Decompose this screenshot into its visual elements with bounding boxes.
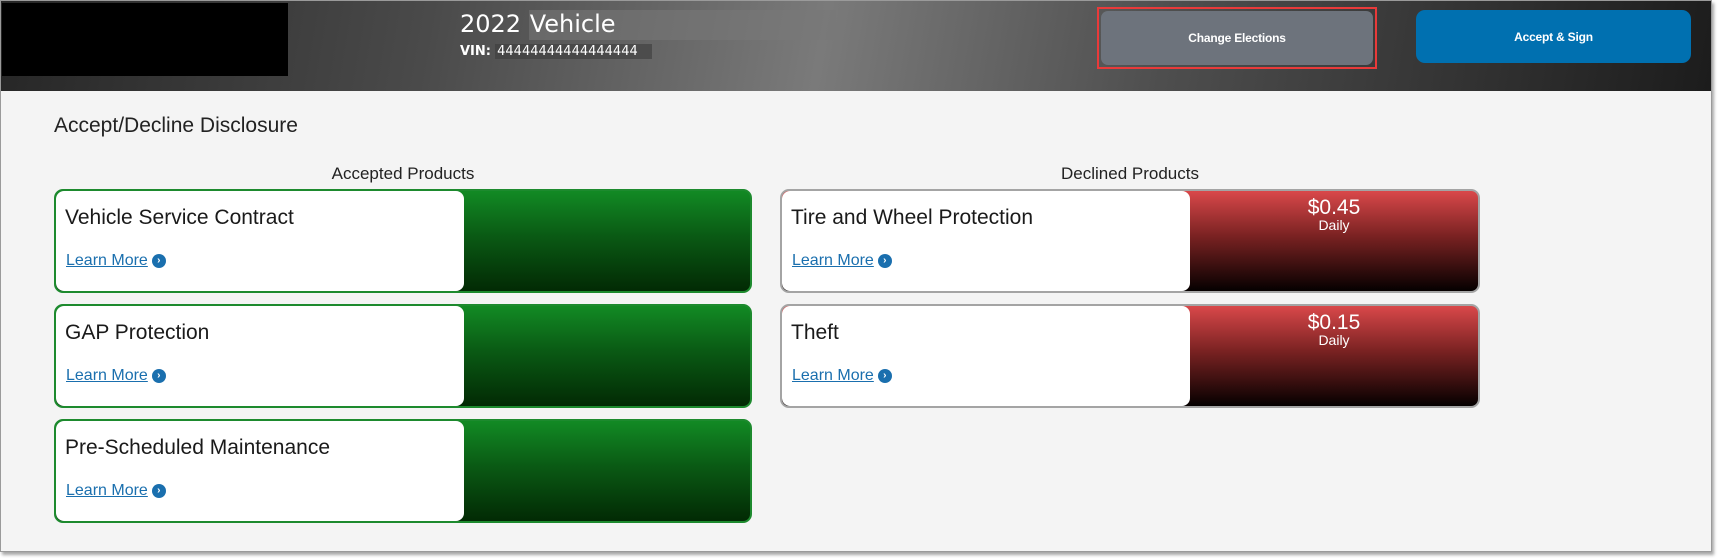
app-window: 2022 Vehicle VIN: 44444444444444444 Chan… bbox=[0, 0, 1712, 552]
price-amount: $0.45 bbox=[1307, 196, 1361, 219]
declined-product-card: Theft Learn More › $0.15 Daily bbox=[780, 304, 1480, 408]
redacted-logo bbox=[2, 3, 288, 76]
learn-more-label: Learn More bbox=[792, 367, 874, 384]
learn-more-label: Learn More bbox=[66, 252, 148, 269]
product-name: Vehicle Service Contract bbox=[65, 206, 294, 229]
chevron-right-circle-icon: › bbox=[151, 369, 166, 383]
vehicle-year: 2022 bbox=[460, 10, 522, 38]
vehicle-title: 2022 Vehicle bbox=[460, 9, 836, 40]
price-period: Daily bbox=[1318, 332, 1350, 348]
vin-line: VIN: 44444444444444444 bbox=[460, 44, 652, 60]
learn-more-link[interactable]: Learn More › bbox=[66, 367, 166, 385]
chevron-right-circle-icon: › bbox=[877, 369, 892, 383]
vin-label: VIN: bbox=[460, 44, 491, 59]
chevron-right-circle-icon: › bbox=[151, 484, 166, 498]
product-info-panel: GAP Protection Learn More › bbox=[56, 306, 464, 406]
vin-value: 44444444444444444 bbox=[495, 44, 652, 59]
price-period: Daily bbox=[1318, 217, 1350, 233]
accepted-product-card: Vehicle Service Contract Learn More › bbox=[54, 189, 752, 293]
learn-more-link[interactable]: Learn More › bbox=[792, 367, 892, 385]
chevron-right-circle-icon: › bbox=[151, 254, 166, 268]
product-name: GAP Protection bbox=[65, 321, 210, 344]
product-info-panel: Theft Learn More › bbox=[782, 306, 1190, 406]
vehicle-model: Vehicle bbox=[528, 10, 836, 40]
accepted-product-card: GAP Protection Learn More › bbox=[54, 304, 752, 408]
product-info-panel: Tire and Wheel Protection Learn More › bbox=[782, 191, 1190, 291]
learn-more-link[interactable]: Learn More › bbox=[792, 252, 892, 270]
learn-more-label: Learn More bbox=[66, 367, 148, 384]
accepted-product-card: Pre-Scheduled Maintenance Learn More › bbox=[54, 419, 752, 523]
learn-more-link[interactable]: Learn More › bbox=[66, 482, 166, 500]
declined-product-card: Tire and Wheel Protection Learn More › $… bbox=[780, 189, 1480, 293]
header-bar: 2022 Vehicle VIN: 44444444444444444 Chan… bbox=[1, 1, 1711, 91]
page-title: Accept/Decline Disclosure bbox=[54, 114, 298, 137]
learn-more-label: Learn More bbox=[792, 252, 874, 269]
accepted-products-heading: Accepted Products bbox=[331, 164, 475, 183]
product-name: Theft bbox=[791, 321, 839, 344]
product-info-panel: Pre-Scheduled Maintenance Learn More › bbox=[56, 421, 464, 521]
product-name: Tire and Wheel Protection bbox=[791, 206, 1034, 229]
declined-products-heading: Declined Products bbox=[1061, 164, 1199, 183]
product-info-panel: Vehicle Service Contract Learn More › bbox=[56, 191, 464, 291]
price-amount: $0.15 bbox=[1307, 311, 1361, 334]
product-name: Pre-Scheduled Maintenance bbox=[65, 436, 331, 459]
accept-sign-button[interactable]: Accept & Sign bbox=[1416, 10, 1691, 63]
learn-more-label: Learn More bbox=[66, 482, 148, 499]
product-price: $0.45 Daily bbox=[1190, 196, 1478, 233]
learn-more-link[interactable]: Learn More › bbox=[66, 252, 166, 270]
chevron-right-circle-icon: › bbox=[877, 254, 892, 268]
change-elections-button[interactable]: Change Elections bbox=[1101, 11, 1373, 65]
product-price: $0.15 Daily bbox=[1190, 311, 1478, 348]
